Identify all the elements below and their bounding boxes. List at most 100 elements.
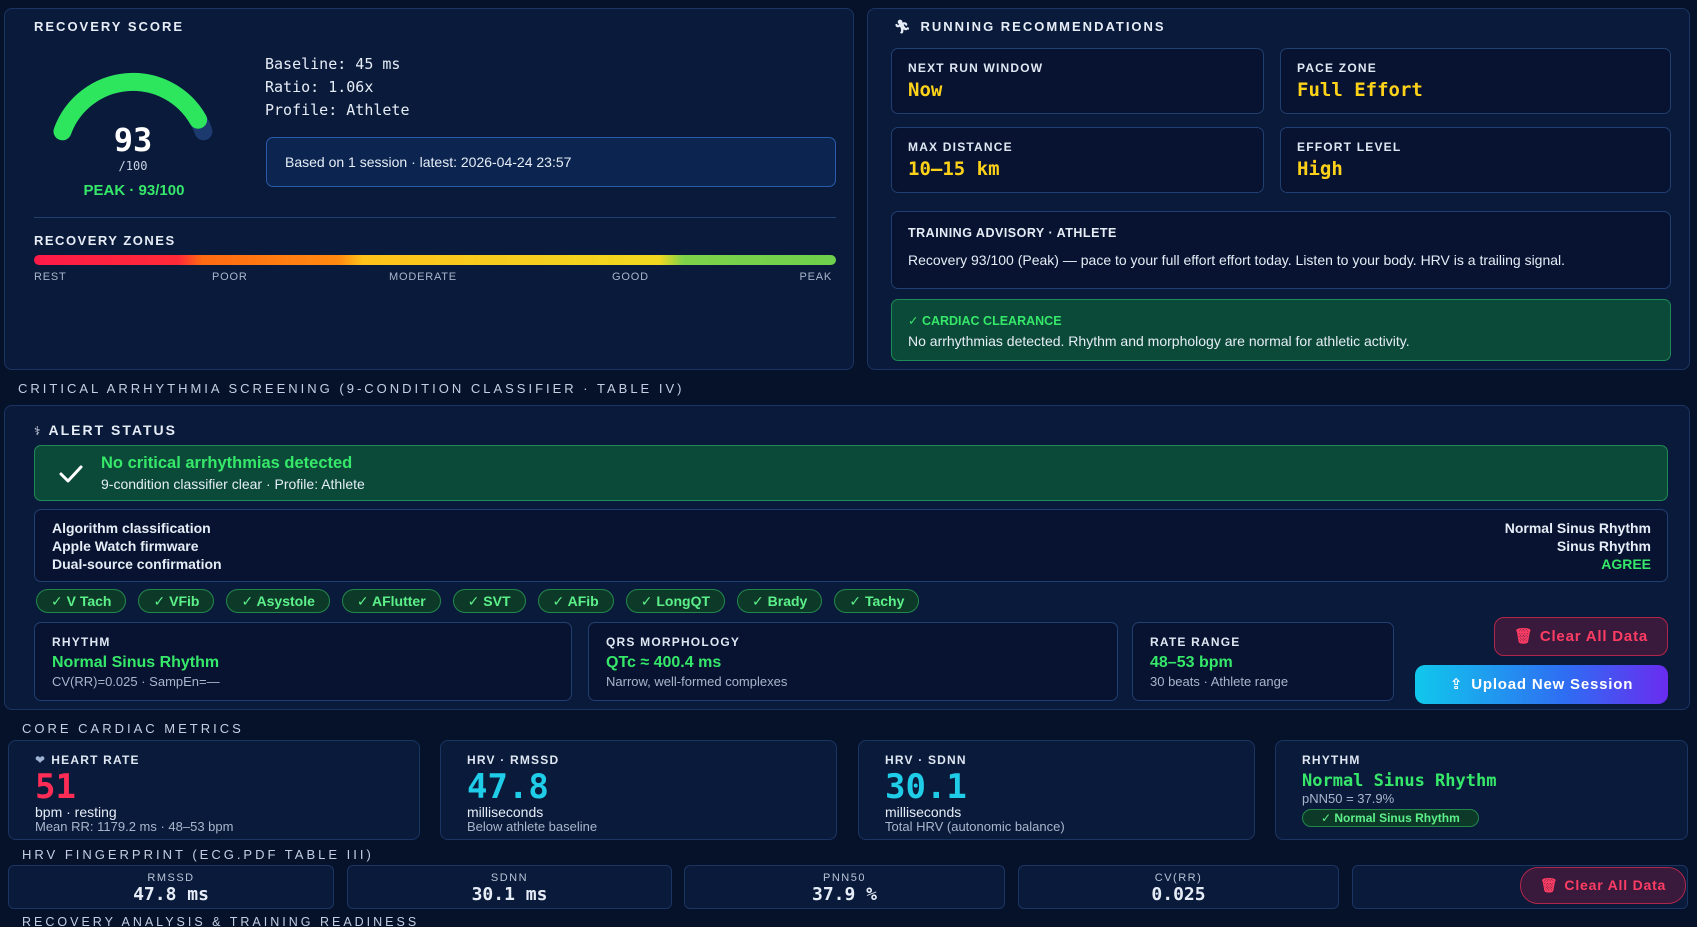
profile-text: Profile: Athlete [265,101,410,119]
heart-rate-sub: Mean RR: 1179.2 ms · 48–53 bpm [35,819,234,834]
condition-chips: ✓ V Tach ✓ VFib ✓ Asystole ✓ AFlutter ✓ SVT ✓… [36,589,931,613]
clear-all-data-button[interactable]: 🗑︎ Clear All Data [1494,617,1668,656]
training-advisory-card: TRAINING ADVISORY · ATHLETE Recovery 93/… [891,211,1671,289]
baseline-text: Baseline: 45 ms [265,55,401,73]
rhythm-metric-sub: pNN50 = 37.9% [1302,791,1395,806]
hrv-rmssd-label: HRV · RMSSD [467,753,560,767]
effort-level-card: EFFORT LEVEL High [1280,127,1671,193]
alert-headline: No critical arrhythmias detected [101,454,353,472]
fingerprint-section-title: HRV FINGERPRINT (ECG.PDF TABLE III) [22,847,374,862]
zone-label-good: GOOD [612,271,649,283]
recovery-score-value: 93 [113,121,153,159]
recovery-score-title: RECOVERY SCORE [34,19,185,34]
hrv-sdnn-value: 30.1 [885,767,967,807]
qrs-morphology-card: QRS MORPHOLOGY QTc ≈ 400.4 ms Narrow, we… [588,622,1118,701]
alert-subtitle: 9-condition classifier clear · Profile: … [101,476,365,492]
rate-range-card: RATE RANGE 48–53 bpm 30 beats · Athlete … [1132,622,1394,701]
next-run-window-card: NEXT RUN WINDOW Now [891,48,1264,114]
hrv-rmssd-sub: Below athlete baseline [467,819,598,834]
pace-zone-label: PACE ZONE [1297,61,1377,75]
heart-icon: ❤︎ [35,753,47,767]
screening-section-title: CRITICAL ARRHYTHMIA SCREENING (9-CONDITI… [18,381,685,396]
fingerprint-cvrr: CV(RR) 0.025 [1018,865,1339,909]
effort-level-label: EFFORT LEVEL [1297,140,1402,154]
fingerprint-sdnn-label: SDNN [490,872,529,884]
rhythm-sub: CV(RR)=0.025 · SampEn=— [52,674,220,689]
source-value-watch: Sinus Rhythm [1556,538,1651,554]
training-advisory-title: TRAINING ADVISORY · ATHLETE [908,226,1117,240]
zone-label-rest: REST [34,271,67,283]
recovery-score-max: /100 [118,159,148,173]
ratio-text: Ratio: 1.06x [265,78,374,96]
fingerprint-pnn50-label: PNN50 [823,872,866,884]
training-advisory-text: Recovery 93/100 (Peak) — pace to your fu… [908,252,1566,268]
chip-aflutter: ✓ AFlutter [341,589,441,613]
max-distance-label: MAX DISTANCE [908,140,1013,154]
chip-vtach: ✓ V Tach [36,589,127,613]
rate-range-sub: 30 beats · Athlete range [1150,674,1289,689]
qrs-value: QTc ≈ 400.4 ms [606,654,722,671]
rhythm-metric-card: RHYTHM Normal Sinus Rhythm pNN50 = 37.9%… [1275,740,1688,840]
running-title-text: RUNNING RECOMMENDATIONS [920,19,1166,34]
next-run-window-value: Now [908,79,943,101]
rhythm-metric-label: RHYTHM [1302,753,1361,767]
source-label-watch: Apple Watch firmware [52,538,199,554]
rhythm-card: RHYTHM Normal Sinus Rhythm CV(RR)=0.025 … [34,622,572,701]
hrv-sdnn-sub: Total HRV (autonomic balance) [885,819,1065,834]
next-run-window-label: NEXT RUN WINDOW [908,61,1044,75]
source-label-confirmation: Dual-source confirmation [52,556,222,572]
running-title: 🏃︎ RUNNING RECOMMENDATIONS [894,19,1166,35]
pulse-icon: ⚕︎ [34,424,43,438]
trash-icon: 🗑︎ [1539,877,1559,893]
hrv-sdnn-card: HRV · SDNN 30.1 milliseconds Total HRV (… [858,740,1255,840]
upload-icon: ⇪ [1449,676,1464,693]
upload-new-session-button[interactable]: ⇪ Upload New Session [1415,665,1668,704]
clear-all-data-label: Clear All Data [1539,628,1649,645]
dual-source-box: Algorithm classification Apple Watch fir… [34,509,1668,582]
hrv-rmssd-card: HRV · RMSSD 47.8 milliseconds Below athl… [440,740,837,840]
chip-vfib: ✓ VFib [138,589,215,613]
fingerprint-cvrr-value: 0.025 [1151,884,1206,905]
fingerprint-rmssd-label: RMSSD [147,872,195,884]
heart-rate-label-text: HEART RATE [51,753,140,767]
rhythm-value: Normal Sinus Rhythm [52,654,220,671]
heart-rate-unit: bpm · resting [35,804,117,820]
cardiac-clearance-text: No arrhythmias detected. Rhythm and morp… [908,333,1410,349]
fingerprint-rmssd-value: 47.8 ms [133,884,209,905]
chip-svt: ✓ SVT [452,589,526,613]
source-label-algorithm: Algorithm classification [52,520,211,536]
cardiac-clearance-title: ✓ CARDIAC CLEARANCE [908,314,1062,328]
fingerprint-cvrr-label: CV(RR) [1154,872,1203,884]
zone-label-poor: POOR [212,271,248,283]
alert-status-panel: ⚕︎ ALERT STATUS No critical arrhythmias d… [4,405,1690,710]
fingerprint-sdnn-value: 30.1 ms [471,884,548,905]
source-value-confirmation: AGREE [1601,556,1651,572]
floating-clear-all-data-label: Clear All Data [1564,877,1667,893]
chip-brady: ✓ Brady [737,589,823,613]
recovery-status: PEAK · 93/100 [83,182,185,199]
heart-rate-label: ❤︎ HEART RATE [35,753,393,767]
fingerprint-sdnn: SDNN 30.1 ms [347,865,672,909]
alert-clear-banner: No critical arrhythmias detected 9-condi… [34,445,1668,501]
heart-rate-card: ❤︎ HEART RATE 51 bpm · resting Mean RR: 1… [8,740,420,840]
qrs-label: QRS MORPHOLOGY [606,635,741,649]
recovery-zones-title: RECOVERY ZONES [34,233,176,248]
hrv-rmssd-value: 47.8 [467,767,549,807]
check-icon [59,465,83,483]
session-note: Based on 1 session · latest: 2026-04-24 … [266,137,836,187]
pace-zone-card: PACE ZONE Full Effort [1280,48,1671,114]
recovery-zones-bar [34,255,836,265]
rhythm-label: RHYTHM [52,635,111,649]
alert-status-title-text: ALERT STATUS [48,422,177,438]
floating-clear-all-data-button[interactable]: 🗑︎ Clear All Data [1520,867,1686,904]
rhythm-metric-badge: ✓ Normal Sinus Rhythm [1302,809,1479,827]
zone-labels: REST POOR MODERATE GOOD PEAK [34,271,836,285]
cardiac-clearance-card: ✓ CARDIAC CLEARANCE No arrhythmias detec… [891,299,1671,361]
fingerprint-pnn50: PNN50 37.9 % [684,865,1005,909]
running-recommendations-panel: 🏃︎ RUNNING RECOMMENDATIONS NEXT RUN WINDO… [867,8,1690,370]
recovery-analysis-section-title: RECOVERY ANALYSIS & TRAINING READINESS [22,915,420,927]
heart-rate-value: 51 [35,767,76,807]
rhythm-metric-value: Normal Sinus Rhythm [1302,771,1497,791]
hrv-sdnn-label: HRV · SDNN [885,753,967,767]
effort-level-value: High [1297,158,1343,180]
